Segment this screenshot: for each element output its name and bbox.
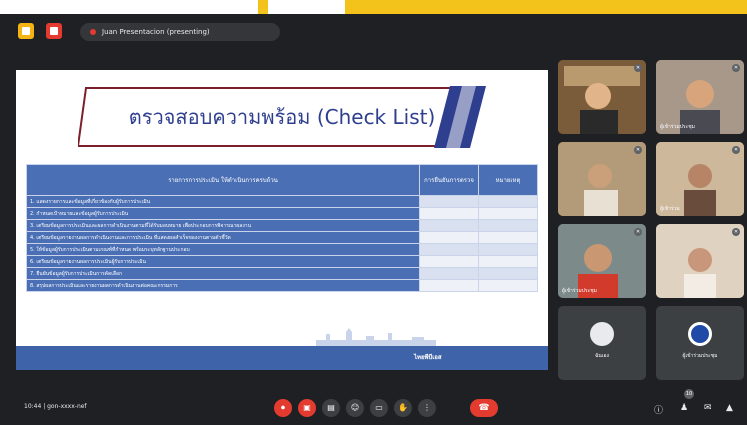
checklist-header-note: หมายเหตุ	[478, 164, 538, 196]
present-button[interactable]: ▭	[370, 399, 388, 417]
checklist-cell	[478, 219, 538, 232]
table-row: 1. แสดงรายการและข้อมูลที่เกี่ยวข้องกับผู…	[26, 195, 538, 208]
checklist-item: 8. สรุปผลการประเมินและรายงานผลการดำเนินง…	[26, 279, 420, 292]
checklist-cell	[478, 243, 538, 256]
table-row: 8. สรุปผลการประเมินและรายงานผลการดำเนินง…	[26, 279, 538, 292]
muted-mic-icon: ✕	[634, 228, 642, 236]
participant-video	[558, 60, 646, 134]
participant-tile-self[interactable]: ฉันเอง	[558, 306, 646, 380]
checklist-cell	[419, 267, 479, 280]
meeting-topbar: Juan Presentacion (presenting)	[0, 14, 747, 54]
top-banner	[0, 0, 747, 14]
meeting-info: 10:44 | gon-xxxx-nef	[24, 403, 87, 410]
table-row: 5. ให้ข้อมูลผู้รับการประเมินตามเกณฑ์ที่ก…	[26, 243, 538, 256]
muted-mic-icon: ✕	[634, 64, 642, 72]
checklist-cell	[419, 231, 479, 244]
muted-mic-icon: ✕	[732, 146, 740, 154]
presenting-indicator[interactable]: Juan Presentacion (presenting)	[80, 23, 280, 41]
presenting-label: Juan Presentacion (presenting)	[102, 28, 210, 36]
participant-tile[interactable]: ✕ ผู้เข้าร่วมประชุม	[558, 224, 646, 298]
city-skyline-graphic	[316, 328, 436, 346]
app-red-icon[interactable]	[46, 23, 62, 39]
muted-mic-icon: ✕	[732, 64, 740, 72]
slide-footer-logo: ไทยพีบีเอส	[414, 354, 442, 361]
table-row: 3. เตรียมข้อมูลการประเมินและผลการดำเนินง…	[26, 219, 538, 232]
camera-off-button[interactable]: ▣	[298, 399, 316, 417]
captions-button[interactable]: ▤	[322, 399, 340, 417]
more-options-button[interactable]: ⋮	[418, 399, 436, 417]
checklist-cell	[478, 195, 538, 208]
participant-tile[interactable]: ✕ ผู้เข้าร่วม	[656, 142, 744, 216]
info-icon[interactable]: ⓘ	[654, 403, 663, 416]
checklist-cell	[478, 231, 538, 244]
checklist-cell	[478, 255, 538, 268]
checklist-item: 4. เตรียมข้อมูลรายงานผลการดำเนินงานและกา…	[26, 231, 420, 244]
participant-name: ผู้เข้าร่วมประชุม	[682, 353, 718, 359]
slide-title: ตรวจสอบความพร้อม (Check List)	[128, 105, 436, 129]
checklist-cell	[478, 267, 538, 280]
slide-footer-band: ไทยพีบีเอส	[16, 346, 548, 370]
participant-tile[interactable]: ✕	[558, 60, 646, 134]
checklist-item: 1. แสดงรายการและข้อมูลที่เกี่ยวข้องกับผู…	[26, 195, 420, 208]
banner-yellow-bar	[345, 0, 747, 14]
participant-tile[interactable]: ✕ ผู้เข้าร่วมประชุม	[656, 60, 744, 134]
mic-off-button[interactable]: ⏺	[274, 399, 292, 417]
checklist-item: 3. เตรียมข้อมูลการประเมินและผลการดำเนินง…	[26, 219, 420, 232]
shared-slide: ตรวจสอบความพร้อม (Check List) รายการการป…	[16, 70, 548, 370]
banner-yellow-accent	[258, 0, 268, 14]
participant-tile[interactable]: ✕	[656, 224, 744, 298]
checklist-cell	[419, 243, 479, 256]
checklist-header-confirm: การยืนยันการตรวจ	[419, 164, 479, 196]
table-row: 6. เตรียมข้อมูลรายงานผลการประเมินผู้รับก…	[26, 255, 538, 268]
participant-name: ผู้เข้าร่วมประชุม	[562, 288, 597, 294]
raise-hand-button[interactable]: ✋	[394, 399, 412, 417]
chat-icon[interactable]: ✉	[704, 403, 712, 413]
checklist-item: 5. ให้ข้อมูลผู้รับการประเมินตามเกณฑ์ที่ก…	[26, 243, 420, 256]
checklist-header-item: รายการการประเมิน ให้ดำเนินการครบถ้วน	[26, 164, 420, 196]
slide-title-box: ตรวจสอบความพร้อม (Check List)	[78, 82, 486, 152]
participant-tile[interactable]: ผู้เข้าร่วมประชุม	[656, 306, 744, 380]
emoji-button[interactable]: ☺	[346, 399, 364, 417]
activities-icon[interactable]: ▲	[726, 403, 733, 413]
meeting-controls-bar: 10:44 | gon-xxxx-nef ⏺ ▣ ▤ ☺ ▭ ✋ ⋮ ☎ ⓘ ♟…	[0, 389, 747, 425]
checklist-table: รายการการประเมิน ให้ดำเนินการครบถ้วน การ…	[26, 164, 538, 292]
muted-mic-icon: ✕	[634, 146, 642, 154]
checklist-cell	[419, 279, 479, 292]
participant-video	[656, 224, 744, 298]
participant-count-badge: 10	[684, 389, 694, 399]
checklist-cell	[419, 255, 479, 268]
app-yellow-icon[interactable]	[18, 23, 34, 39]
checklist-item: 6. เตรียมข้อมูลรายงานผลการประเมินผู้รับก…	[26, 255, 420, 268]
checklist-cell	[419, 195, 479, 208]
participant-name: ผู้เข้าร่วม	[660, 206, 680, 212]
avatar	[688, 322, 712, 346]
participant-name: ผู้เข้าร่วมประชุม	[660, 124, 695, 130]
checklist-cell	[478, 279, 538, 292]
muted-mic-icon: ✕	[732, 228, 740, 236]
checklist-cell	[478, 207, 538, 220]
checklist-cell	[419, 207, 479, 220]
checklist-cell	[419, 219, 479, 232]
table-row: 7. ยืนยันข้อมูลผู้รับการประเมินการคัดเลื…	[26, 267, 538, 280]
participant-name: ฉันเอง	[595, 353, 609, 359]
end-call-button[interactable]: ☎	[470, 399, 498, 417]
people-icon[interactable]: ♟	[680, 403, 688, 413]
table-row: 4. เตรียมข้อมูลรายงานผลการดำเนินงานและกา…	[26, 231, 538, 244]
participant-tile[interactable]: ✕	[558, 142, 646, 216]
avatar	[590, 322, 614, 346]
recording-dot-icon	[90, 29, 96, 35]
checklist-item: 2. กำหนดเป้าหมายและข้อมูลผู้รับการประเมิ…	[26, 207, 420, 220]
participant-video	[558, 142, 646, 216]
checklist-item: 7. ยืนยันข้อมูลผู้รับการประเมินการคัดเลื…	[26, 267, 420, 280]
table-row: 2. กำหนดเป้าหมายและข้อมูลผู้รับการประเมิ…	[26, 207, 538, 220]
